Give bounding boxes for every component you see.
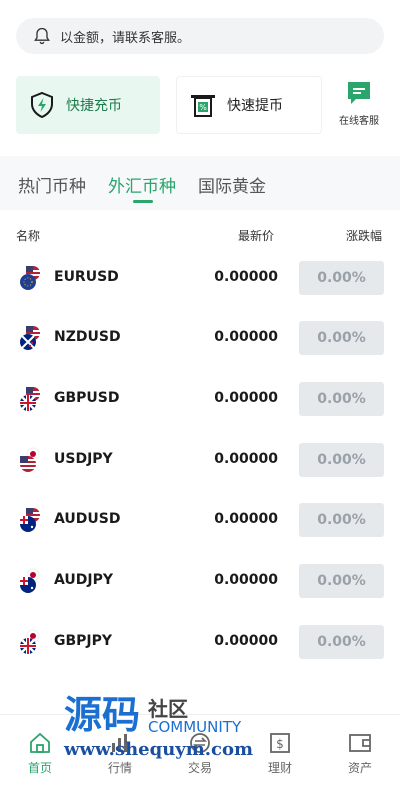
market-tabs: 热门币种 外汇币种 国际黄金: [0, 156, 400, 210]
home-icon: [30, 732, 50, 753]
table-row[interactable]: NZDUSD 0.00000 0.00%: [0, 318, 400, 358]
flag-nzd-usd-icon: [20, 326, 40, 350]
table-row[interactable]: USDJPY 0.00000 0.00%: [0, 440, 400, 480]
bottom-navigation: 首页 行情 交易 $ 理财 资产: [0, 714, 400, 800]
row-price: 0.00000: [214, 633, 278, 649]
row-change-badge: 0.00%: [299, 625, 384, 659]
nav-assets-label: 资产: [347, 761, 372, 775]
row-symbol: AUDUSD: [54, 511, 121, 527]
nav-market[interactable]: 行情: [90, 731, 150, 776]
active-tab-indicator: [133, 200, 153, 203]
quick-deposit-label: 快捷充币: [66, 98, 122, 114]
row-symbol: EURUSD: [54, 269, 119, 285]
flag-aud-usd-icon: [20, 508, 40, 532]
chat-icon: [348, 82, 370, 104]
table-row[interactable]: AUDUSD 0.00000 0.00%: [0, 500, 400, 540]
row-symbol: AUDJPY: [54, 572, 114, 588]
row-symbol: NZDUSD: [54, 329, 121, 345]
nav-assets[interactable]: 资产: [330, 731, 390, 776]
tab-gold[interactable]: 国际黄金: [198, 172, 266, 197]
row-price: 0.00000: [214, 269, 278, 285]
row-symbol: USDJPY: [54, 451, 113, 467]
notice-text: 以金额，请联系客服。: [60, 30, 191, 46]
flag-eur-usd-icon: [20, 266, 40, 290]
nav-home-label: 首页: [27, 761, 52, 775]
nav-finance-label: 理财: [267, 761, 292, 775]
shield-lightning-icon: [31, 91, 53, 119]
flag-gbp-usd-icon: [20, 387, 40, 411]
finance-icon: $: [270, 733, 290, 753]
table-row[interactable]: GBPJPY 0.00000 0.00%: [0, 622, 400, 662]
online-service-label: 在线客服: [339, 116, 379, 127]
quick-withdraw-button[interactable]: % 快速提币: [176, 76, 322, 134]
nav-home[interactable]: 首页: [10, 731, 70, 776]
table-row[interactable]: EURUSD 0.00000 0.00%: [0, 258, 400, 298]
nav-finance[interactable]: $ 理财: [250, 731, 310, 776]
nav-trade[interactable]: 交易: [170, 731, 230, 776]
column-header-name: 名称: [16, 229, 41, 243]
row-change-badge: 0.00%: [299, 443, 384, 477]
table-row[interactable]: GBPUSD 0.00000 0.00%: [0, 379, 400, 419]
column-header-price: 最新价: [238, 229, 275, 243]
flag-gbp-jpy-icon: [20, 629, 40, 654]
exchange-icon: [190, 733, 210, 753]
table-row[interactable]: AUDJPY 0.00000 0.00%: [0, 561, 400, 601]
flag-usd-jpy-icon: [20, 447, 40, 472]
row-change-badge: 0.00%: [299, 564, 384, 598]
row-price: 0.00000: [214, 451, 278, 467]
row-change-badge: 0.00%: [299, 382, 384, 416]
online-service-button[interactable]: 在线客服: [334, 80, 384, 130]
notice-bar[interactable]: 以金额，请联系客服。: [16, 18, 384, 54]
column-header-change: 涨跌幅: [346, 229, 383, 243]
row-price: 0.00000: [214, 572, 278, 588]
row-price: 0.00000: [214, 511, 278, 527]
row-symbol: GBPJPY: [54, 633, 113, 649]
tab-hot[interactable]: 热门币种: [18, 172, 86, 197]
nav-trade-label: 交易: [187, 761, 212, 775]
tab-forex[interactable]: 外汇币种: [108, 172, 176, 197]
row-price: 0.00000: [214, 390, 278, 406]
svg-text:$: $: [276, 737, 284, 751]
bell-icon: [34, 27, 50, 45]
bar-chart-icon: [112, 734, 127, 752]
nav-market-label: 行情: [107, 761, 132, 775]
quick-deposit-button[interactable]: 快捷充币: [16, 76, 160, 134]
wallet-icon: [349, 734, 371, 752]
row-change-badge: 0.00%: [299, 261, 384, 295]
svg-text:%: %: [199, 103, 207, 112]
row-change-badge: 0.00%: [299, 503, 384, 537]
quick-withdraw-label: 快速提币: [227, 98, 283, 114]
row-symbol: GBPUSD: [54, 390, 120, 406]
flag-aud-jpy-icon: [20, 568, 40, 593]
row-change-badge: 0.00%: [299, 321, 384, 355]
withdraw-icon: %: [191, 95, 215, 117]
row-price: 0.00000: [214, 329, 278, 345]
